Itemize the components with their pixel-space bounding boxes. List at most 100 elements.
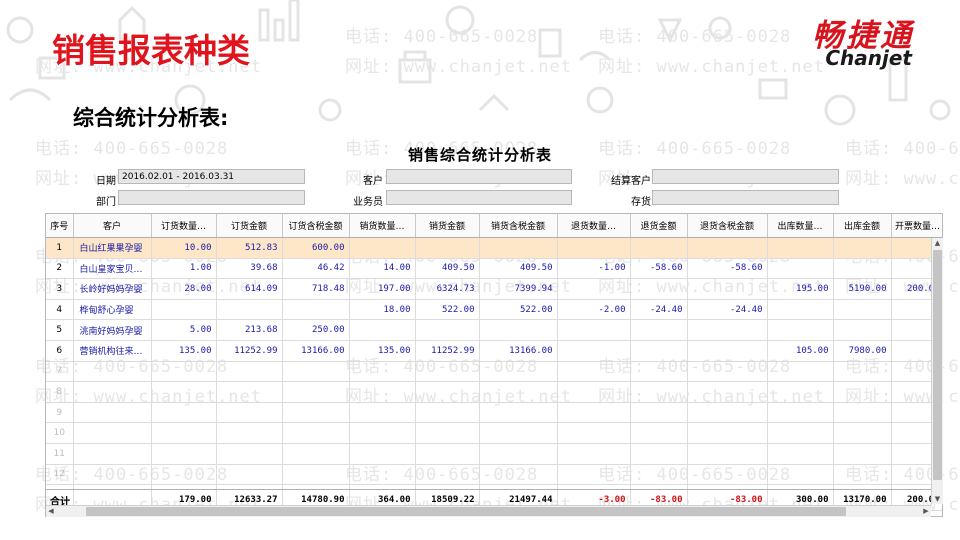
empty-cell[interactable] (151, 381, 217, 403)
empty-cell[interactable] (151, 443, 217, 465)
value-cell[interactable]: 614.09 (216, 278, 283, 300)
scroll-down-arrow-icon[interactable]: ▼ (933, 494, 942, 504)
empty-cell[interactable] (415, 361, 480, 383)
empty-cell[interactable] (630, 381, 688, 403)
empty-cell[interactable] (282, 422, 350, 444)
value-cell[interactable]: -58.60 (687, 258, 768, 280)
empty-cell[interactable] (349, 443, 416, 465)
salesman-field[interactable] (386, 190, 572, 205)
empty-cell[interactable] (833, 464, 892, 486)
row-index-cell[interactable]: 10 (46, 422, 74, 444)
table-row[interactable]: 2 白山皇家宝贝… 1.00 39.68 46.42 14.00 409.50 409.50-… (46, 258, 942, 280)
empty-cell[interactable] (151, 464, 217, 486)
empty-cell[interactable] (687, 361, 768, 383)
value-cell[interactable] (767, 319, 834, 341)
empty-cell[interactable] (73, 443, 152, 465)
row-index-cell[interactable]: 11 (46, 443, 74, 465)
empty-cell[interactable] (479, 464, 558, 486)
value-cell[interactable] (833, 319, 892, 341)
value-cell[interactable]: -58.60 (630, 258, 688, 280)
empty-cell[interactable] (479, 422, 558, 444)
empty-cell[interactable] (282, 361, 350, 383)
value-cell[interactable] (833, 299, 892, 321)
value-cell[interactable]: 11252.99 (216, 340, 283, 362)
empty-cell[interactable] (557, 361, 631, 383)
value-cell[interactable]: 46.42 (282, 258, 350, 280)
value-cell[interactable] (557, 237, 631, 259)
row-index-cell[interactable]: 5 (46, 319, 74, 341)
value-cell[interactable]: 7399.94 (479, 278, 558, 300)
value-cell[interactable]: 1.00 (151, 258, 217, 280)
inventory-field[interactable] (652, 190, 839, 205)
value-cell[interactable]: 197.00 (349, 278, 416, 300)
customer-cell[interactable]: 长岭好妈妈孕婴 (73, 278, 152, 300)
value-cell[interactable] (687, 237, 768, 259)
empty-cell[interactable] (415, 464, 480, 486)
department-field[interactable] (118, 190, 305, 205)
value-cell[interactable]: 18.00 (349, 299, 416, 321)
column-header[interactable]: 销货数量… (349, 214, 416, 238)
row-index-cell[interactable]: 2 (46, 258, 74, 280)
empty-cell[interactable] (767, 443, 834, 465)
empty-cell[interactable] (630, 402, 688, 424)
value-cell[interactable] (479, 237, 558, 259)
horizontal-scrollbar[interactable]: ◀ ▶ (46, 505, 931, 517)
value-cell[interactable]: 512.83 (216, 237, 283, 259)
empty-cell[interactable] (687, 464, 768, 486)
settle-customer-field[interactable] (652, 169, 839, 184)
value-cell[interactable]: 213.68 (216, 319, 283, 341)
row-index-cell[interactable]: 12 (46, 464, 74, 486)
empty-cell[interactable] (151, 422, 217, 444)
value-cell[interactable]: 11252.99 (415, 340, 480, 362)
empty-cell[interactable] (479, 361, 558, 383)
empty-cell[interactable] (73, 402, 152, 424)
empty-table-row[interactable]: 10 (46, 422, 942, 444)
column-header[interactable]: 出库金额 (833, 214, 892, 238)
empty-cell[interactable] (687, 402, 768, 424)
value-cell[interactable]: 135.00 (349, 340, 416, 362)
table-row[interactable]: 1 白山红果果孕婴 10.00 512.83 600.00 (46, 237, 942, 259)
customer-cell[interactable]: 白山红果果孕婴 (73, 237, 152, 259)
table-row[interactable]: 4 桦甸舒心孕婴 18.00 522.00 522.00 -2.00 -24.40 -24.4… (46, 299, 942, 321)
value-cell[interactable]: 409.50 (479, 258, 558, 280)
empty-cell[interactable] (833, 422, 892, 444)
column-header[interactable]: 退货含税金额 (687, 214, 768, 238)
value-cell[interactable]: 5190.00 (833, 278, 892, 300)
empty-cell[interactable] (282, 443, 350, 465)
empty-cell[interactable] (833, 402, 892, 424)
value-cell[interactable]: 250.00 (282, 319, 350, 341)
empty-cell[interactable] (687, 422, 768, 444)
empty-cell[interactable] (557, 381, 631, 403)
column-header[interactable]: 开票数量… (891, 214, 942, 238)
row-index-cell[interactable]: 7 (46, 361, 74, 383)
value-cell[interactable] (767, 237, 834, 259)
value-cell[interactable] (630, 340, 688, 362)
value-cell[interactable] (833, 237, 892, 259)
empty-table-row[interactable]: 11 (46, 443, 942, 465)
value-cell[interactable]: 600.00 (282, 237, 350, 259)
value-cell[interactable] (630, 319, 688, 341)
empty-cell[interactable] (415, 422, 480, 444)
empty-cell[interactable] (767, 402, 834, 424)
empty-cell[interactable] (630, 361, 688, 383)
empty-cell[interactable] (216, 361, 283, 383)
value-cell[interactable]: -24.40 (630, 299, 688, 321)
value-cell[interactable]: 718.48 (282, 278, 350, 300)
empty-cell[interactable] (767, 361, 834, 383)
empty-table-row[interactable]: 7 (46, 361, 942, 383)
empty-cell[interactable] (73, 361, 152, 383)
empty-cell[interactable] (415, 381, 480, 403)
value-cell[interactable]: -1.00 (557, 258, 631, 280)
row-index-cell[interactable]: 9 (46, 402, 74, 424)
value-cell[interactable]: 10.00 (151, 237, 217, 259)
empty-cell[interactable] (630, 464, 688, 486)
value-cell[interactable] (767, 299, 834, 321)
empty-cell[interactable] (767, 422, 834, 444)
column-header[interactable]: 客户 (73, 214, 152, 238)
empty-cell[interactable] (216, 422, 283, 444)
column-header[interactable]: 订货数量… (151, 214, 217, 238)
value-cell[interactable]: 28.00 (151, 278, 217, 300)
date-range-field[interactable]: 2016.02.01 - 2016.03.31 (118, 169, 305, 184)
value-cell[interactable]: 14.00 (349, 258, 416, 280)
row-index-cell[interactable]: 4 (46, 299, 74, 321)
